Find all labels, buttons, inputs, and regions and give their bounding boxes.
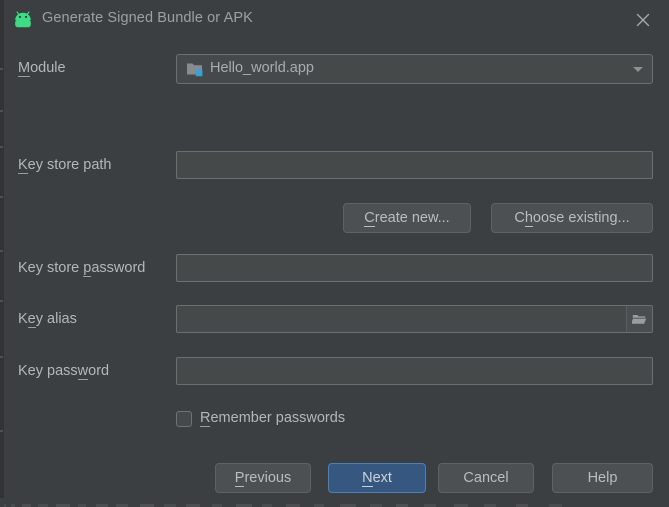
key-store-path-label-mnemonic: K: [18, 157, 28, 174]
choose-existing-rest: oose existing...: [532, 210, 630, 226]
remember-passwords-row: Remember passwords: [4, 410, 669, 430]
next-mnemonic: N: [362, 470, 373, 487]
module-combobox[interactable]: Hello_world.app: [176, 54, 653, 84]
module-label: Module: [18, 60, 66, 77]
module-label-rest: odule: [30, 60, 66, 76]
page-title: Generate Signed Bundle or APK: [42, 10, 253, 26]
background-window-bottom-edge: [0, 498, 669, 507]
previous-rest: revious: [244, 470, 292, 486]
key-store-password-label: Key store password: [18, 260, 146, 277]
module-selected-value: Hello_world.app: [210, 60, 314, 76]
key-store-password-field[interactable]: [176, 254, 653, 282]
remember-passwords-label-rest: emember passwords: [210, 410, 346, 426]
key-store-path-label: Key store path: [18, 157, 112, 174]
key-password-label-rest: ord: [88, 363, 110, 379]
previous-mnemonic: P: [234, 470, 245, 487]
help-button[interactable]: Help: [552, 463, 653, 493]
remember-passwords-label[interactable]: Remember passwords: [200, 410, 346, 427]
android-robot-icon: [15, 11, 31, 28]
next-button[interactable]: Next: [328, 463, 426, 493]
key-alias-label-mnemonic: e: [27, 311, 36, 328]
key-alias-label-rest: y alias: [35, 311, 77, 327]
key-store-password-label-rest: assword: [91, 260, 146, 276]
key-password-input[interactable]: [177, 358, 652, 384]
key-store-password-label-prefix: Key store: [18, 260, 84, 276]
key-store-path-field[interactable]: [176, 151, 653, 179]
choose-existing-prefix: C: [514, 210, 525, 226]
key-password-label: Key password: [18, 363, 110, 380]
create-new-button[interactable]: Create new...: [343, 203, 471, 233]
remember-passwords-label-mnemonic: R: [200, 410, 211, 427]
chevron-down-icon[interactable]: [633, 67, 643, 72]
key-alias-browse-button[interactable]: [626, 306, 652, 332]
module-folder-icon: [187, 63, 203, 77]
key-store-path-label-rest: ey store path: [27, 157, 112, 173]
key-password-field[interactable]: [176, 357, 653, 385]
remember-passwords-checkbox[interactable]: [176, 411, 192, 427]
folder-open-icon: [632, 314, 647, 324]
close-icon[interactable]: [631, 8, 655, 32]
previous-button[interactable]: Previous: [215, 463, 311, 493]
cancel-button[interactable]: Cancel: [438, 463, 534, 493]
choose-existing-mnemonic: h: [524, 210, 533, 227]
choose-existing-button[interactable]: Choose existing...: [491, 203, 653, 233]
key-store-path-input[interactable]: [177, 152, 652, 178]
create-new-rest: reate new...: [374, 210, 450, 226]
generate-signed-bundle-dialog: Generate Signed Bundle or APK Module Hel…: [4, 0, 669, 498]
key-alias-field[interactable]: [176, 305, 653, 333]
key-alias-label-prefix: K: [18, 311, 28, 327]
next-rest: ext: [372, 470, 392, 486]
key-alias-label: Key alias: [18, 311, 77, 328]
key-password-label-mnemonic: w: [77, 363, 89, 380]
key-alias-input[interactable]: [177, 306, 600, 332]
key-password-label-prefix: Key pass: [18, 363, 78, 379]
create-new-mnemonic: C: [364, 210, 375, 227]
module-label-mnemonic: M: [18, 60, 31, 77]
dialog-title-bar: Generate Signed Bundle or APK: [4, 0, 669, 42]
key-store-password-input[interactable]: [177, 255, 652, 281]
